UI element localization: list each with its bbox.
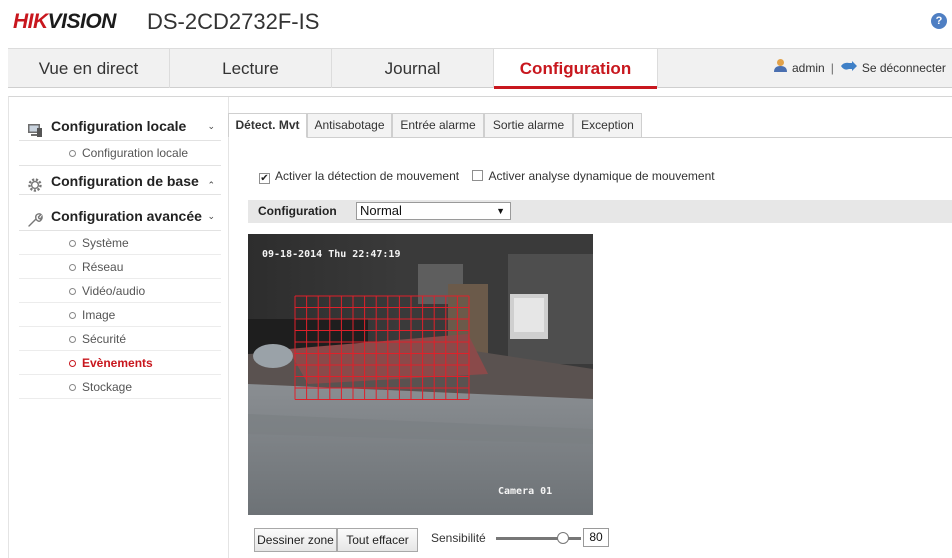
sensitivity-label: Sensibilité <box>431 531 486 545</box>
configuration-bar: Configuration Normal ▼ <box>248 200 952 223</box>
gear-icon <box>27 173 43 192</box>
enable-motion-label: Activer la détection de mouvement <box>275 169 460 183</box>
video-preview[interactable]: 09-18-2014 Thu 22:47:19 Camera 01 <box>248 234 593 515</box>
brand-logo-dark: VISION <box>47 10 117 33</box>
nav-tab-configuration[interactable]: Configuration <box>494 49 658 89</box>
tab-motion-detection[interactable]: Détect. Mvt <box>228 113 307 138</box>
sidebar-item-video-audio[interactable]: Vidéo/audio <box>19 279 221 303</box>
sensitivity-slider-thumb[interactable] <box>557 532 569 544</box>
sidebar-section-basic-config[interactable]: Configuration de base ⌃ <box>19 165 221 195</box>
clear-all-button[interactable]: Tout effacer <box>337 528 418 552</box>
chevron-down-icon[interactable]: ⌄ <box>207 111 215 141</box>
sidebar-item-storage[interactable]: Stockage <box>19 375 221 399</box>
main-nav: Vue en direct Lecture Journal Configurat… <box>8 48 952 89</box>
enable-motion-checkbox[interactable]: ✔ <box>259 173 270 184</box>
user-area: admin | Se déconnecter <box>773 49 946 88</box>
sensitivity-value[interactable]: 80 <box>583 528 609 547</box>
user-icon <box>773 49 788 88</box>
enable-dynamic-checkbox[interactable] <box>472 170 484 181</box>
sidebar-divider <box>228 97 229 558</box>
wrench-icon <box>27 208 43 227</box>
enable-dynamic-label: Activer analyse dynamique de mouvement <box>488 169 715 183</box>
draw-zone-button[interactable]: Dessiner zone <box>254 528 337 552</box>
brand-logo-red: HIK <box>13 10 48 33</box>
device-model: DS-2CD2732F-IS <box>147 9 320 34</box>
help-icon[interactable]: ? <box>931 13 947 29</box>
chevron-up-icon[interactable]: ⌃ <box>207 170 215 200</box>
username: admin <box>792 61 825 75</box>
sidebar: Configuration locale ⌄ Configuration loc… <box>19 111 221 399</box>
motion-grid[interactable] <box>248 234 593 515</box>
sidebar-item-network[interactable]: Réseau <box>19 255 221 279</box>
sidebar-item-security[interactable]: Sécurité <box>19 327 221 351</box>
configuration-label: Configuration <box>258 204 337 218</box>
sidebar-item-local-config[interactable]: Configuration locale <box>19 141 221 165</box>
osd-timestamp: 09-18-2014 Thu 22:47:19 <box>262 249 401 260</box>
configuration-select-value: Normal <box>360 203 402 218</box>
dropdown-arrow-icon: ▼ <box>496 206 505 216</box>
nav-tab-playback[interactable]: Lecture <box>170 49 332 88</box>
configuration-select[interactable]: Normal ▼ <box>356 202 511 220</box>
sidebar-section-advanced-config[interactable]: Configuration avancée ⌄ <box>19 201 221 231</box>
sidebar-section-label: Configuration avancée <box>51 208 202 224</box>
tab-tamper[interactable]: Antisabotage <box>307 113 392 138</box>
header: HIKVISION DS-2CD2732F-IS ? <box>0 0 952 42</box>
user-separator: | <box>830 61 834 75</box>
tab-alarm-input[interactable]: Entrée alarme <box>392 113 484 138</box>
nav-tab-log[interactable]: Journal <box>332 49 494 88</box>
tab-alarm-output[interactable]: Sortie alarme <box>484 113 573 138</box>
brand-logo: HIKVISION <box>13 10 116 34</box>
computer-icon <box>27 118 43 137</box>
sidebar-item-system[interactable]: Système <box>19 231 221 255</box>
sidebar-item-events[interactable]: Evènements <box>19 351 221 375</box>
sidebar-section-label: Configuration locale <box>51 118 187 134</box>
chevron-down-icon[interactable]: ⌄ <box>207 201 215 231</box>
sidebar-section-label: Configuration de base <box>51 173 199 189</box>
tab-exception[interactable]: Exception <box>573 113 642 138</box>
motion-options: ✔ Activer la détection de mouvement Activ… <box>259 169 715 184</box>
logout-link[interactable]: Se déconnecter <box>862 61 946 75</box>
logout-icon[interactable] <box>840 49 858 88</box>
sidebar-item-image[interactable]: Image <box>19 303 221 327</box>
nav-tab-live-view[interactable]: Vue en direct <box>8 49 170 88</box>
osd-camera-name: Camera 01 <box>498 486 553 497</box>
sidebar-section-local-config[interactable]: Configuration locale ⌄ <box>19 111 221 141</box>
